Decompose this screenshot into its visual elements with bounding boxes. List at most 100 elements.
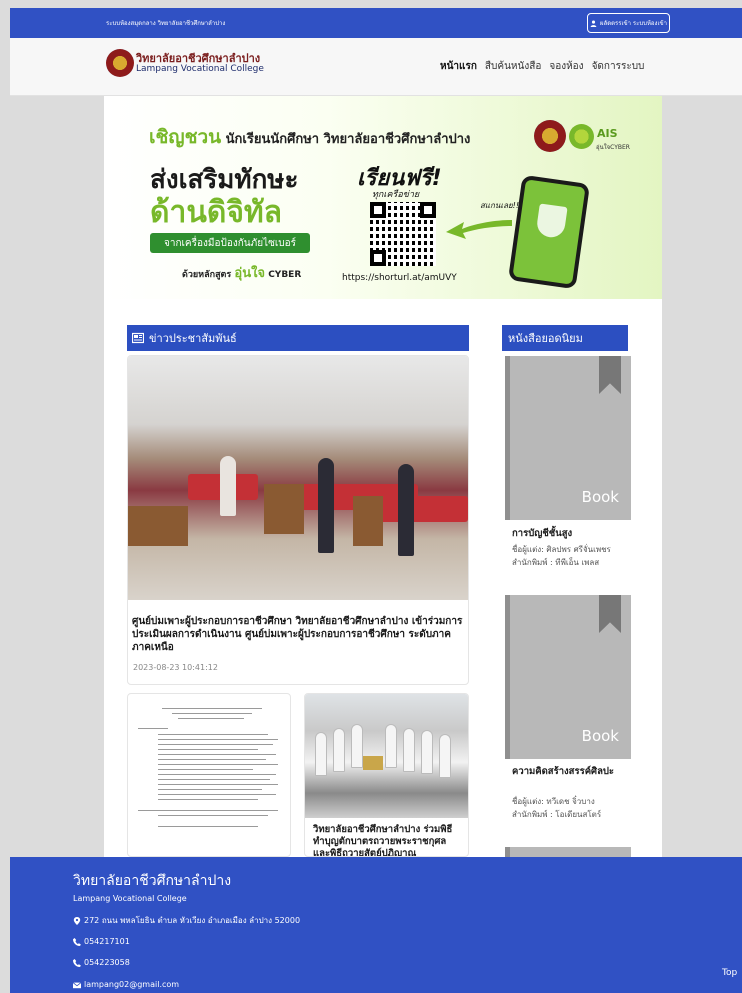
news-photo[interactable] <box>128 356 468 600</box>
menu-item-admin[interactable]: จัดการระบบ <box>592 59 645 74</box>
brand-name-en[interactable]: Lampang Vocational College <box>136 64 264 74</box>
menu-item-search-books[interactable]: สืบค้นหนังสือ <box>485 59 541 74</box>
document-line <box>158 815 268 816</box>
banner-invite-rest: นักเรียนนักศึกษา วิทยาลัยอาชีวศึกษาลำปาง <box>225 132 471 147</box>
top-bar: ระบบห้องสมุดกลาง วิทยาลัยอาชีวศึกษาลำปาง… <box>10 8 742 38</box>
document-line <box>158 779 270 780</box>
document-line <box>158 784 278 785</box>
footer-phone-2[interactable]: 054223058 <box>73 958 130 967</box>
book-author: ชื่อผู้แต่ง: ศิลปพร ศรีจั่นเพชร <box>512 545 611 554</box>
footer-title: วิทยาลัยอาชีวศึกษาลำปาง <box>73 873 232 889</box>
banner-course-highlight: อุ่นใจ <box>234 266 266 281</box>
footer-phone-1[interactable]: 054217101 <box>73 937 130 946</box>
qr-corner <box>370 250 386 266</box>
footer-phone-1-text: 054217101 <box>84 937 130 946</box>
table <box>264 484 304 534</box>
book-title[interactable]: ความคิดสร้างสรรค์ศิลปะ <box>512 766 632 778</box>
footer: วิทยาลัยอาชีวศึกษาลำปาง Lampang Vocation… <box>10 857 742 993</box>
footer-subtitle: Lampang Vocational College <box>73 894 187 903</box>
banner-course-suffix: CYBER <box>268 270 302 280</box>
banner-course: ด้วยหลักสูตร อุ่นใจ CYBER <box>182 262 301 283</box>
popular-books-header: หนังสือยอดนิยม <box>502 325 628 351</box>
qr-code-icon <box>370 202 436 266</box>
document-line <box>158 769 253 770</box>
book-cover[interactable]: Book <box>505 595 631 759</box>
map-pin-icon <box>73 916 81 925</box>
footer-email[interactable]: lampang02@gmail.com <box>73 980 179 989</box>
person <box>385 724 397 768</box>
phone-icon <box>73 937 81 946</box>
person <box>351 724 363 768</box>
ais-cyber-text: อุ่นใจCYBER <box>596 144 630 151</box>
banner-headline-2: ด้านดิจิทัล <box>150 195 283 230</box>
book-cover[interactable]: Book <box>505 356 631 520</box>
book-title[interactable]: การบัญชีชั้นสูง <box>512 528 632 540</box>
news-featured-title[interactable]: ศูนย์บ่มเพาะผู้ประกอบการอาชีวศึกษา วิทยา… <box>132 615 466 654</box>
ais-logo-text: AIS <box>597 127 618 140</box>
news-card-document[interactable] <box>127 693 291 857</box>
book-cover-label: Book <box>581 488 619 506</box>
person <box>403 728 415 772</box>
document-line <box>158 739 278 740</box>
banner-invite-highlight: เชิญชวน <box>149 126 222 148</box>
banner-every-network: ทุกเครือข่าย <box>372 190 420 200</box>
news-photo[interactable] <box>305 694 468 818</box>
table <box>128 506 188 546</box>
news-second-title[interactable]: วิทยาลัยอาชีวศึกษาลำปาง ร่วมพิธีทำบุญตัก… <box>313 824 465 856</box>
book-cover[interactable] <box>505 847 631 857</box>
qr-corner <box>370 202 386 218</box>
login-label: ผลัดตรรเข้า ระบบห้องเข้า <box>600 20 667 27</box>
news-section-title: ข่าวประชาสัมพันธ์ <box>149 332 237 345</box>
document-line <box>158 764 278 765</box>
bookmark-icon <box>599 595 621 633</box>
document-line <box>158 794 276 795</box>
arrow-left-icon <box>446 220 512 239</box>
document-line <box>158 749 258 750</box>
back-to-top-link[interactable]: Top <box>722 968 737 978</box>
site-breadcrumb: ระบบห้องสมุดกลาง วิทยาลัยอาชีวศึกษาลำปาง <box>106 20 226 27</box>
banner-scan: สแกนเลย!! <box>480 201 520 210</box>
menu-item-book-room[interactable]: จองห้อง <box>549 59 583 74</box>
footer-subtitle-text: Lampang Vocational College <box>73 894 187 903</box>
document-line <box>178 718 244 719</box>
shield-icon <box>535 203 568 240</box>
navbar: วิทยาลัยอาชีวศึกษาลำปาง Lampang Vocation… <box>10 38 742 96</box>
news-card-ceremony[interactable]: วิทยาลัยอาชีวศึกษาลำปาง ร่วมพิธีทำบุญตัก… <box>304 693 469 857</box>
main-content: เชิญชวน นักเรียนนักศึกษา วิทยาลัยอาชีวศึ… <box>104 96 662 857</box>
sofa <box>378 496 468 522</box>
bookmark-icon <box>599 356 621 394</box>
document-line <box>158 826 258 827</box>
offering-basket <box>363 756 383 770</box>
newspaper-icon <box>132 332 144 344</box>
table <box>353 496 383 546</box>
college-seal-icon <box>534 120 566 152</box>
news-featured-date: 2023-08-23 10:41:12 <box>133 663 218 672</box>
person <box>439 734 451 778</box>
book-publisher: สำนักพิมพ์ : ทีพีเอ็น เพลส <box>512 558 600 567</box>
document-line <box>158 799 258 800</box>
person <box>398 464 414 556</box>
book-publisher: สำนักพิมพ์ : โอเดียนสโตร์ <box>512 810 602 819</box>
document-line <box>172 713 252 714</box>
banner-pill: จากเครื่องมือป้องกันภัยไซเบอร์ <box>150 233 310 253</box>
document-line <box>158 754 276 755</box>
promo-banner[interactable]: เชิญชวน นักเรียนนักศึกษา วิทยาลัยอาชีวศึ… <box>104 96 662 299</box>
menu-item-home[interactable]: หน้าแรก <box>440 59 477 74</box>
book-cover-label: Book <box>581 727 619 745</box>
person <box>220 456 236 516</box>
document-line <box>138 810 278 811</box>
person <box>318 458 334 553</box>
document-line <box>158 759 266 760</box>
news-card-featured[interactable]: ศูนย์บ่มเพาะผู้ประกอบการอาชีวศึกษา วิทยา… <box>127 355 469 685</box>
footer-address: 272 ถนน พหลโยธิน ตำบล หัวเวียง อำเภอเมือ… <box>73 914 300 927</box>
college-logo[interactable] <box>106 49 134 77</box>
banner-invite: เชิญชวน นักเรียนนักศึกษา วิทยาลัยอาชีวศึ… <box>149 122 470 152</box>
phone-icon <box>73 958 81 967</box>
login-button[interactable]: ผลัดตรรเข้า ระบบห้องเข้า <box>587 13 670 33</box>
banner-course-prefix: ด้วยหลักสูตร <box>182 270 232 280</box>
document-line <box>138 728 168 729</box>
document-line <box>158 734 268 735</box>
user-icon <box>590 20 597 27</box>
banner-url: https://shorturl.at/amUVY <box>342 273 457 283</box>
phone-shield-icon <box>507 174 591 290</box>
